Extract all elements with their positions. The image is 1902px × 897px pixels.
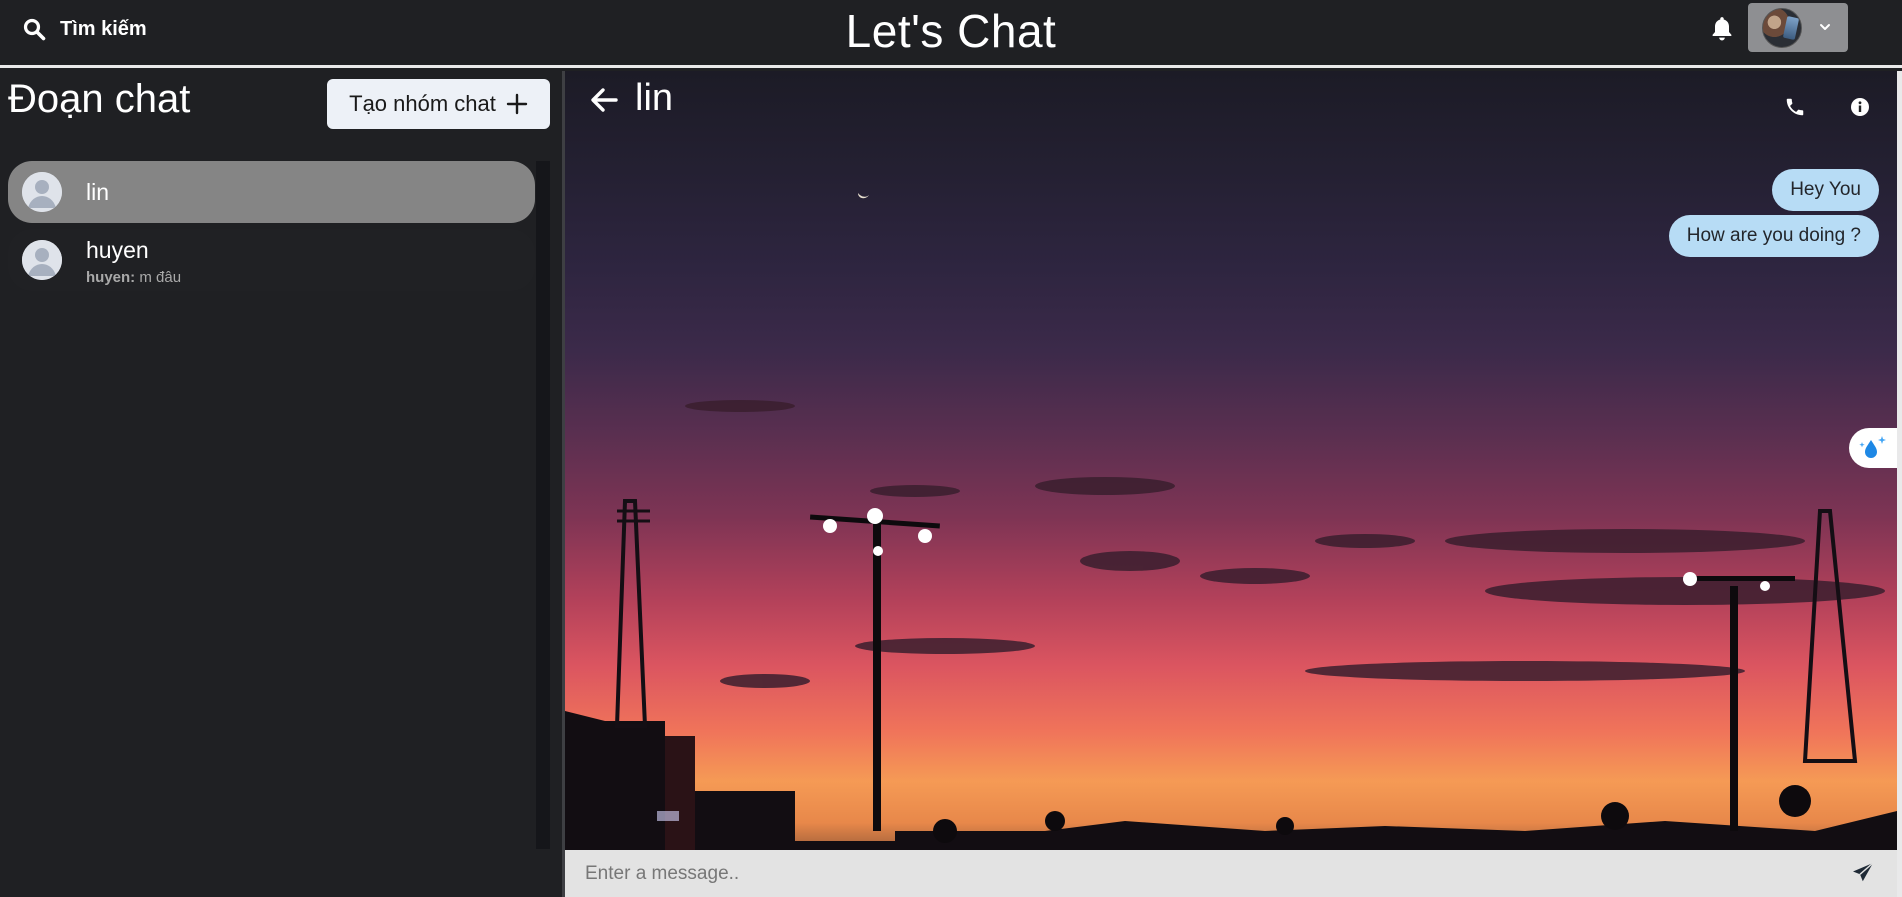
chat-name: lin — [86, 179, 110, 205]
profile-menu-button[interactable] — [1748, 3, 1848, 52]
app-title: Let's Chat — [845, 5, 1057, 57]
message-composer — [565, 850, 1897, 897]
search-button[interactable]: Tìm kiếm — [22, 14, 147, 44]
conversation-header: lin — [565, 71, 1897, 133]
chat-sidebar: Đoạn chat Tạo nhóm chat lin huyen huyen:… — [0, 71, 562, 897]
send-icon[interactable] — [1851, 861, 1875, 885]
bell-icon[interactable] — [1709, 15, 1735, 43]
user-avatar-icon — [22, 172, 62, 212]
plus-icon — [506, 93, 528, 115]
last-message-text: m đâu — [139, 269, 182, 286]
chevron-down-icon — [1820, 24, 1830, 30]
info-icon[interactable] — [1850, 97, 1870, 117]
conversation-panel: lin Hey You How are you doing ? — [565, 71, 1897, 897]
chat-list-item[interactable]: lin — [8, 161, 535, 223]
sidebar-title: Đoạn chat — [8, 77, 191, 121]
back-arrow-icon[interactable] — [589, 85, 619, 115]
message-bubble: How are you doing ? — [1668, 215, 1879, 257]
top-bar: Tìm kiếm Let's Chat — [0, 0, 1902, 68]
chat-list-item[interactable]: huyen huyen: m đâu — [8, 229, 535, 291]
conversation-name: lin — [635, 77, 674, 119]
phone-icon[interactable] — [1784, 96, 1806, 118]
search-label: Tìm kiếm — [60, 17, 147, 40]
search-icon — [23, 18, 46, 41]
message-list: Hey You How are you doing ? — [1668, 169, 1879, 257]
window-edge — [1897, 71, 1902, 897]
avatar — [1762, 8, 1802, 48]
last-message-sender: huyen: — [86, 269, 136, 286]
chat-name: huyen — [86, 237, 149, 263]
chat-list-scrollbar[interactable] — [536, 161, 550, 849]
last-message-preview: huyen: m đâu — [86, 269, 181, 286]
message-bubble: Hey You — [1772, 169, 1879, 211]
user-avatar-icon — [22, 240, 62, 280]
message-input[interactable] — [565, 850, 1835, 897]
theme-color-button[interactable] — [1849, 428, 1897, 468]
create-group-chat-button[interactable]: Tạo nhóm chat — [327, 79, 550, 129]
droplet-sparkle-icon — [1859, 436, 1886, 458]
create-group-label: Tạo nhóm chat — [349, 91, 496, 116]
chat-list: lin huyen huyen: m đâu — [8, 161, 535, 297]
